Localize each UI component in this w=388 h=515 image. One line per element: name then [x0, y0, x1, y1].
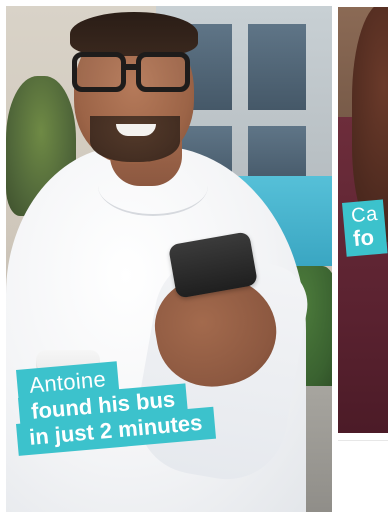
glasses-lens	[72, 52, 126, 92]
building-window	[248, 24, 306, 110]
testimonial-card-next[interactable]: Ca fo	[331, 0, 388, 440]
person-hair	[70, 12, 198, 56]
testimonial-caption-next: Ca fo	[342, 199, 388, 257]
testimonial-caption-current: Antoine found his bus in just 2 minutes	[6, 360, 286, 470]
person-smile	[116, 124, 156, 136]
glasses-icon	[64, 52, 194, 96]
testimonial-photo-next: Ca fo	[338, 7, 388, 433]
testimonial-card-current[interactable]: Antoine found his bus in just 2 minutes	[0, 0, 338, 515]
glasses-lens	[136, 52, 190, 92]
testimonial-carousel: Ca fo Antoine found his bus in just 2 mi…	[0, 0, 388, 515]
testimonial-message-next: fo	[352, 224, 375, 252]
person-beard	[90, 116, 180, 162]
testimonial-name-next: Ca	[350, 202, 379, 228]
